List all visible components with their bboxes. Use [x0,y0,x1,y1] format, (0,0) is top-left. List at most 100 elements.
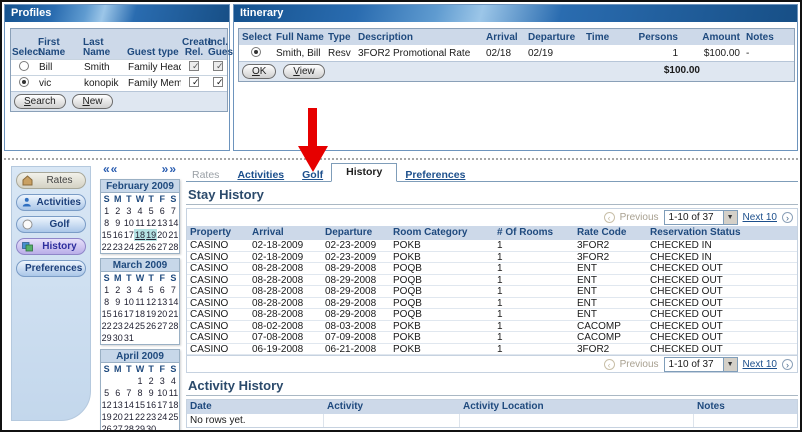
calendar-day[interactable]: 13 [112,399,123,411]
sidebar-item-golf[interactable]: Golf [16,216,86,233]
calendar-day[interactable]: 4 [134,284,145,296]
calendar-day[interactable]: 10 [123,296,134,308]
calendar-day[interactable]: 20 [112,411,123,423]
calendar-day[interactable]: 16 [112,308,123,320]
calendar-day[interactable]: 27 [112,423,123,432]
sidebar-item-rates[interactable]: Rates [16,172,86,189]
view-button[interactable]: View [283,64,325,79]
incl-guest-checkbox[interactable]: ✓ [213,61,223,71]
tab-history[interactable]: History [331,163,397,182]
create-rel-checkbox[interactable]: ✓ [189,77,199,87]
calendar-day[interactable]: 23 [112,241,123,253]
calendar-day[interactable]: 28 [168,241,179,253]
calendar-day[interactable] [101,375,112,387]
calendar-day[interactable]: 10 [123,217,134,229]
create-rel-checkbox[interactable]: ✓ [189,61,199,71]
search-button[interactable]: Search [14,94,66,109]
calendar-day[interactable]: 28 [123,423,134,432]
dropdown-arrow-icon[interactable]: ▼ [723,211,737,224]
calendar-day[interactable]: 7 [123,387,134,399]
calendar-day[interactable]: 5 [101,387,112,399]
calendar-day[interactable]: 3 [157,375,168,387]
calendar-day[interactable]: 29 [134,423,145,432]
select-radio[interactable] [19,61,29,71]
calendar-day[interactable]: 25 [134,320,145,332]
calendar-day[interactable]: 26 [146,241,157,253]
sidebar-item-preferences[interactable]: Preferences [16,260,86,277]
calendar-day[interactable]: 20 [157,308,168,320]
calendar-day[interactable]: 25 [134,241,145,253]
next-link[interactable]: Next 10 [743,359,777,370]
calendar-day[interactable]: 19 [146,229,157,241]
next-circle-icon[interactable]: › [782,212,793,223]
ok-button[interactable]: OK [242,64,276,79]
incl-guest-checkbox[interactable]: ✓ [213,77,223,87]
tab-activities[interactable]: Activities [237,169,284,181]
calendar-day[interactable]: 8 [101,217,112,229]
calendar-day[interactable]: 7 [168,205,179,217]
calendar-day[interactable]: 6 [157,284,168,296]
calendar-day[interactable]: 7 [168,284,179,296]
calendar-day[interactable]: 12 [146,296,157,308]
calendar-day[interactable]: 3 [123,205,134,217]
next-link[interactable]: Next 10 [743,212,777,223]
calendar-day[interactable]: 13 [157,296,168,308]
calendar-day[interactable]: 15 [101,308,112,320]
calendar-day[interactable]: 5 [146,284,157,296]
calendar-day[interactable]: 15 [101,229,112,241]
calendar-day[interactable]: 12 [101,399,112,411]
calendar-day[interactable]: 30 [146,423,157,432]
calendar-day[interactable]: 11 [134,217,145,229]
calendar-day[interactable] [112,375,123,387]
select-radio[interactable] [19,77,29,87]
calendar-day[interactable]: 1 [101,205,112,217]
calendar-day[interactable]: 11 [168,387,179,399]
calendar-day[interactable]: 27 [157,320,168,332]
select-radio[interactable] [251,47,261,57]
calendar-day[interactable]: 17 [123,229,134,241]
calendar-next-icon[interactable]: »» [162,164,177,177]
calendar-day[interactable]: 6 [112,387,123,399]
calendar-day[interactable]: 23 [146,411,157,423]
sidebar-item-history[interactable]: History [16,238,86,255]
calendar-day[interactable]: 12 [146,217,157,229]
calendar-day[interactable]: 19 [101,411,112,423]
calendar-day[interactable]: 3 [123,284,134,296]
new-button[interactable]: New [72,94,112,109]
calendar-day[interactable]: 20 [157,229,168,241]
calendar-day[interactable]: 6 [157,205,168,217]
calendar-day[interactable]: 21 [168,308,179,320]
sidebar-item-activities[interactable]: Activities [16,194,86,211]
range-select[interactable]: 1-10 of 37 ▼ [664,210,738,225]
dropdown-arrow-icon[interactable]: ▼ [723,358,737,371]
calendar-day[interactable]: 17 [123,308,134,320]
calendar-day[interactable]: 10 [157,387,168,399]
calendar-day[interactable]: 2 [112,205,123,217]
calendar-day[interactable]: 21 [123,411,134,423]
range-select[interactable]: 1-10 of 37 ▼ [664,357,738,372]
calendar-day[interactable]: 9 [112,296,123,308]
calendar-day[interactable]: 4 [168,375,179,387]
calendar-day[interactable]: 1 [134,375,145,387]
calendar-day[interactable]: 8 [134,387,145,399]
calendar-day[interactable]: 24 [123,241,134,253]
calendar-day[interactable]: 1 [101,284,112,296]
calendar-day[interactable] [123,375,134,387]
calendar-day[interactable]: 24 [123,320,134,332]
calendar-day[interactable]: 11 [134,296,145,308]
calendar-day[interactable]: 13 [157,217,168,229]
calendar-day[interactable]: 29 [101,332,112,344]
calendar-day[interactable]: 21 [168,229,179,241]
calendar-day[interactable]: 5 [146,205,157,217]
calendar-day[interactable]: 25 [168,411,179,423]
calendar-day[interactable]: 27 [157,241,168,253]
calendar-day[interactable]: 14 [168,296,179,308]
calendar-day[interactable]: 22 [101,241,112,253]
calendar-day[interactable]: 15 [134,399,145,411]
calendar-day[interactable]: 2 [146,375,157,387]
calendar-day[interactable]: 14 [123,399,134,411]
calendar-day[interactable]: 14 [168,217,179,229]
calendar-day[interactable]: 17 [157,399,168,411]
calendar-day[interactable]: 4 [134,205,145,217]
calendar-day[interactable]: 24 [157,411,168,423]
